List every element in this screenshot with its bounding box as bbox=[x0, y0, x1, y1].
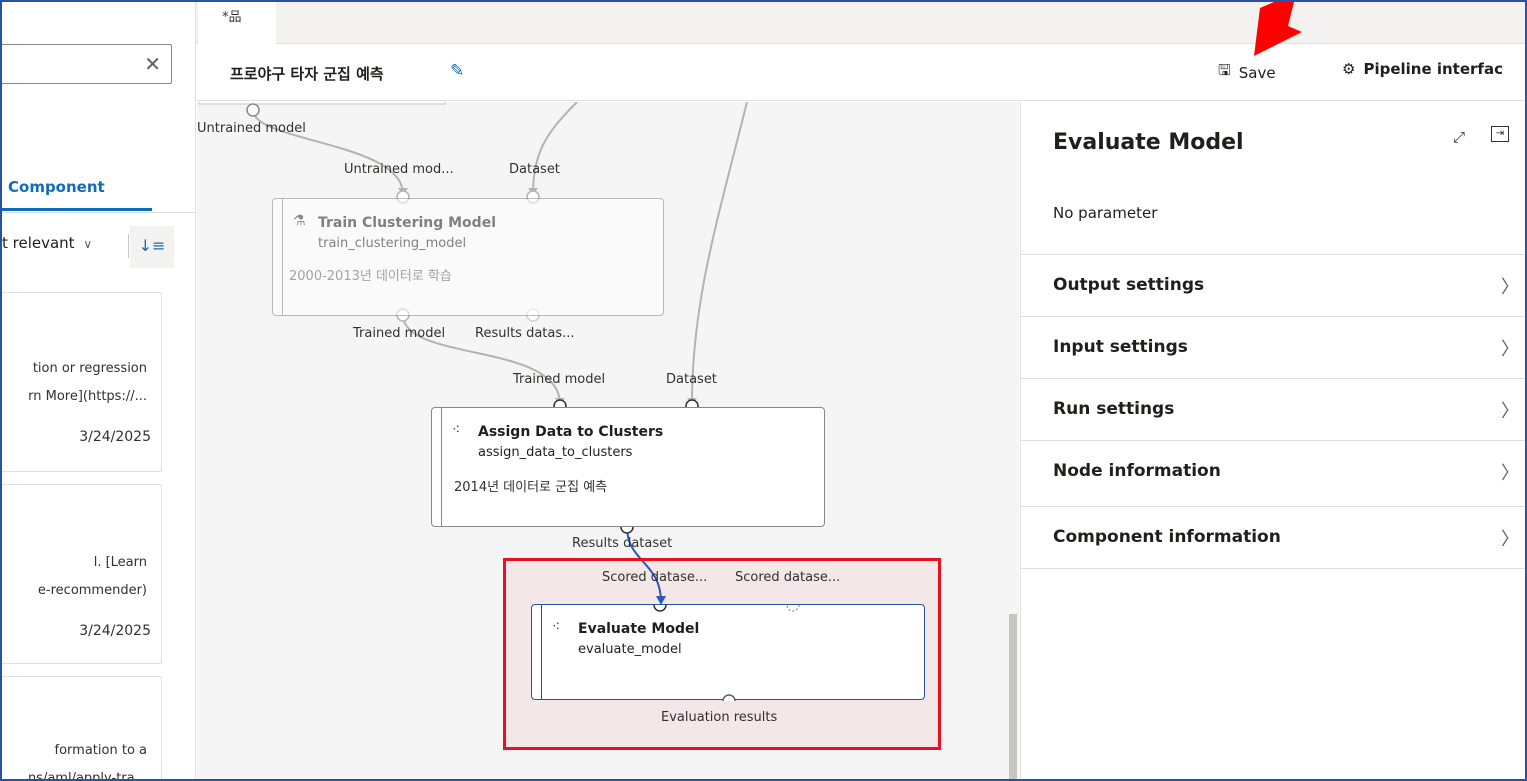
port-label: Results dataset bbox=[572, 536, 673, 551]
node-description: 2000-2013년 데이터로 학습 bbox=[289, 269, 452, 284]
canvas-scrollbar[interactable] bbox=[1009, 614, 1017, 779]
save-icon: 🖫 bbox=[1218, 61, 1231, 79]
node-evaluate-model[interactable]: ⁖ Evaluate Model evaluate_model bbox=[531, 604, 925, 701]
save-button-label: Save bbox=[1238, 63, 1276, 82]
component-card[interactable]: l. [Learn e-recommender) 3/24/2025 bbox=[2, 484, 162, 664]
edge bbox=[532, 102, 578, 195]
pipeline-canvas[interactable]: Untrained model Untrained mod... Dataset… bbox=[197, 102, 1019, 779]
port-label: Dataset bbox=[509, 162, 560, 177]
chevron-right-icon: 〉 bbox=[1501, 277, 1519, 298]
edge bbox=[691, 102, 748, 405]
save-button[interactable]: 🖫 Save bbox=[1218, 60, 1276, 85]
document-tab-strip: *品 bbox=[196, 2, 1525, 45]
output-port[interactable] bbox=[722, 694, 736, 701]
node-details-panel: Evaluate Model ⤢ ⇥ No parameter Output s… bbox=[1020, 102, 1525, 779]
port-label: Trained model bbox=[513, 372, 606, 387]
section-label: Input settings bbox=[1053, 337, 1188, 357]
output-port[interactable] bbox=[246, 103, 260, 117]
tab-component[interactable]: Component bbox=[8, 178, 105, 196]
no-parameter-text: No parameter bbox=[1053, 204, 1158, 222]
port-label: Scored datase... bbox=[735, 570, 841, 585]
component-icon: ⚗ bbox=[293, 213, 306, 229]
tab-active-indicator bbox=[2, 208, 152, 211]
section-label: Output settings bbox=[1053, 275, 1205, 295]
divider bbox=[1021, 568, 1525, 569]
card-description: l. [Learn bbox=[93, 555, 147, 570]
previous-node[interactable] bbox=[198, 102, 446, 105]
section-output-settings[interactable]: Output settings 〉 bbox=[1021, 254, 1525, 316]
sort-icon[interactable]: ↓≡ bbox=[130, 226, 174, 268]
section-label: Component information bbox=[1053, 527, 1281, 547]
component-card[interactable]: tion or regression rn More](https://... … bbox=[2, 292, 162, 472]
section-input-settings[interactable]: Input settings 〉 bbox=[1021, 316, 1525, 378]
chevron-down-icon: ∨ bbox=[83, 237, 93, 251]
node-title: Assign Data to Clusters bbox=[478, 424, 664, 440]
divider bbox=[128, 234, 129, 258]
component-card[interactable]: formation to a ns/aml/apply-tra... bbox=[2, 676, 162, 781]
port-label: Scored datase... bbox=[602, 570, 708, 585]
section-run-settings[interactable]: Run settings 〉 bbox=[1021, 378, 1525, 440]
component-library-panel: ✕ Component t relevant ∨ ↓≡ tion or regr… bbox=[2, 2, 196, 781]
tab-pipeline-draft[interactable]: *品 bbox=[198, 2, 276, 45]
pipeline-interface-button[interactable]: ⚙ Pipeline interfac bbox=[1342, 60, 1503, 78]
panel-title: Evaluate Model bbox=[1053, 130, 1244, 155]
node-assign-data-to-clusters[interactable]: ⁖ Assign Data to Clusters assign_data_to… bbox=[431, 407, 825, 527]
card-description: tion or regression bbox=[32, 361, 147, 376]
section-component-information[interactable]: Component information 〉 bbox=[1021, 506, 1525, 568]
search-input[interactable]: ✕ bbox=[2, 44, 172, 84]
sort-dropdown[interactable]: t relevant ∨ bbox=[2, 234, 92, 252]
card-date: 3/24/2025 bbox=[79, 429, 151, 445]
port-label: Untrained model bbox=[197, 121, 306, 136]
node-module-name: train_clustering_model bbox=[318, 236, 467, 251]
pipeline-toolbar: 프로야구 타자 군집 예측 ✎ 🖫 Save ⚙ Pipeline interf… bbox=[196, 45, 1525, 101]
port-label: Dataset bbox=[666, 372, 717, 387]
collapse-panel-icon[interactable]: ⇥ bbox=[1491, 126, 1509, 142]
card-date: 3/24/2025 bbox=[79, 623, 151, 639]
chevron-right-icon: 〉 bbox=[1501, 339, 1519, 360]
pencil-icon[interactable]: ✎ bbox=[450, 61, 464, 81]
card-description: rn More](https://... bbox=[28, 389, 147, 404]
annotation-arrow-icon bbox=[1254, 2, 1302, 56]
pipeline-draft-icon: *品 bbox=[222, 10, 242, 25]
node-description: 2014년 데이터로 군집 예측 bbox=[454, 480, 608, 495]
sort-dropdown-label: t relevant bbox=[2, 234, 75, 252]
card-description: formation to a bbox=[54, 743, 147, 758]
pipeline-interface-label: Pipeline interfac bbox=[1363, 60, 1503, 78]
chevron-right-icon: 〉 bbox=[1501, 401, 1519, 422]
port-label: Untrained mod... bbox=[344, 162, 454, 177]
component-icon: ⁖ bbox=[452, 422, 461, 438]
gear-icon: ⚙ bbox=[1342, 60, 1356, 78]
page-title: 프로야구 타자 군집 예측 bbox=[230, 65, 384, 83]
node-train-clustering-model[interactable]: ⚗ Train Clustering Model train_clusterin… bbox=[272, 198, 664, 316]
port-label: Evaluation results bbox=[661, 710, 778, 725]
node-title: Train Clustering Model bbox=[318, 215, 496, 231]
card-description: e-recommender) bbox=[37, 583, 147, 598]
section-node-information[interactable]: Node information 〉 bbox=[1021, 440, 1525, 502]
chevron-right-icon: 〉 bbox=[1501, 463, 1519, 484]
section-label: Run settings bbox=[1053, 399, 1175, 419]
input-port[interactable] bbox=[786, 605, 800, 612]
expand-icon[interactable]: ⤢ bbox=[1453, 128, 1465, 146]
close-icon[interactable]: ✕ bbox=[144, 51, 161, 77]
section-label: Node information bbox=[1053, 461, 1221, 481]
node-module-name: assign_data_to_clusters bbox=[478, 445, 633, 460]
card-description: ns/aml/apply-tra... bbox=[27, 771, 147, 781]
app-window: ✕ Component t relevant ∨ ↓≡ tion or regr… bbox=[0, 0, 1527, 781]
port-label: Trained model bbox=[353, 326, 446, 341]
input-port[interactable] bbox=[653, 605, 667, 612]
chevron-right-icon: 〉 bbox=[1501, 529, 1519, 550]
tab-divider bbox=[2, 212, 195, 213]
port-label: Results datas... bbox=[475, 326, 575, 341]
